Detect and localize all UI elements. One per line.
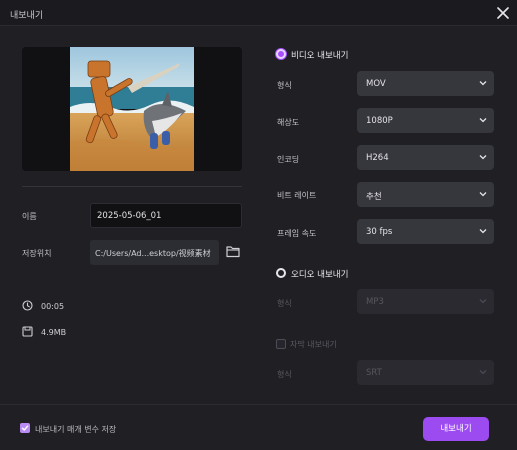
divider (22, 186, 242, 187)
chevron-down-icon (479, 192, 487, 197)
format-select[interactable]: MOV (357, 71, 494, 96)
chevron-down-icon (479, 81, 487, 86)
chevron-down-icon (479, 299, 487, 304)
chevron-down-icon (479, 229, 487, 234)
subtitle-format-label: 형식 (277, 370, 292, 379)
name-label: 이름 (22, 212, 37, 221)
format-label: 형식 (277, 81, 292, 90)
audio-export-radio[interactable] (276, 268, 286, 278)
save-location-label: 저장위치 (22, 249, 52, 258)
chevron-down-icon (479, 155, 487, 160)
frame-rate-label: 프레임 속도 (277, 229, 317, 238)
save-disk-icon (22, 326, 33, 337)
folder-icon[interactable] (226, 245, 240, 258)
duration-value: 00:05 (41, 302, 65, 311)
save-params-label: 내보내기 매개 변수 저장 (35, 425, 117, 434)
save-location-path[interactable]: C:/Users/Ad...esktop/视频素材 (90, 240, 219, 265)
title-bar: 내보내기 (0, 0, 517, 26)
audio-format-select: MP3 (357, 289, 494, 314)
subtitle-export-title: 자막 내보내기 (290, 340, 337, 349)
window-title: 내보내기 (10, 11, 44, 21)
frame-rate-select[interactable]: 30 fps (357, 219, 494, 244)
export-button[interactable]: 내보내기 (423, 417, 489, 441)
clock-icon (22, 300, 33, 311)
preview-thumbnail (70, 47, 194, 171)
video-preview (22, 47, 242, 171)
subtitle-format-select: SRT (357, 360, 494, 385)
format-select-value: MOV (366, 79, 386, 89)
checkmark-icon (21, 425, 29, 431)
subtitle-export-checkbox[interactable] (276, 339, 286, 349)
subtitle-format-select-value: SRT (366, 368, 382, 378)
resolution-select[interactable]: 1080P (357, 108, 494, 133)
bitrate-select[interactable]: 추천 (357, 182, 494, 207)
frame-rate-select-value: 30 fps (366, 227, 393, 237)
chevron-down-icon (479, 118, 487, 123)
audio-format-label: 형식 (277, 299, 292, 308)
file-name-input[interactable]: 2025-05-06_01 (90, 203, 242, 228)
file-size-value: 4.9MB (41, 328, 67, 337)
video-export-title: 비디오 내보내기 (291, 51, 349, 61)
close-icon[interactable] (495, 5, 511, 21)
audio-export-title: 오디오 내보내기 (291, 270, 349, 280)
footer: 내보내기 매개 변수 저장 내보내기 (0, 404, 517, 450)
resolution-label: 해상도 (277, 118, 300, 127)
audio-format-select-value: MP3 (366, 297, 384, 307)
bitrate-label: 비트 레이트 (277, 191, 317, 200)
video-export-radio[interactable] (276, 49, 286, 59)
encoding-select-value: H264 (366, 153, 389, 163)
chevron-down-icon (479, 370, 487, 375)
save-params-checkbox[interactable] (20, 423, 30, 433)
bitrate-select-value: 추천 (366, 192, 382, 202)
encoding-label: 인코딩 (277, 155, 300, 164)
encoding-select[interactable]: H264 (357, 145, 494, 170)
resolution-select-value: 1080P (366, 116, 393, 126)
